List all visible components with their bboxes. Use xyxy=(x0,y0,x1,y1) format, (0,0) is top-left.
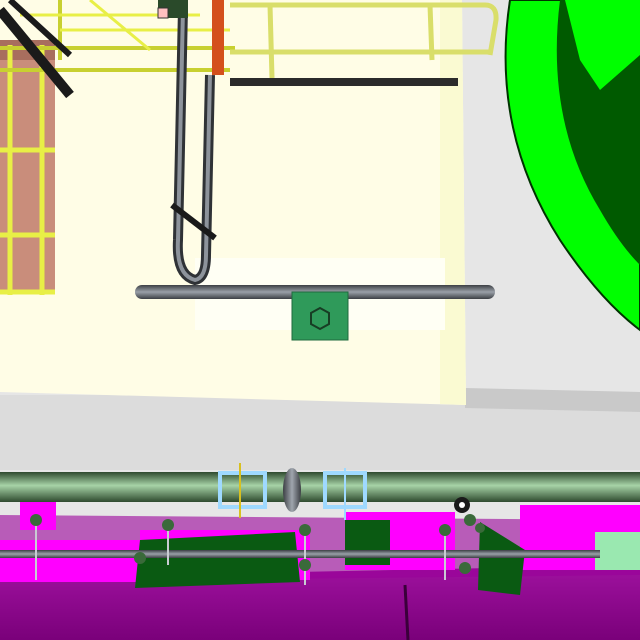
main-pipe[interactable] xyxy=(0,472,640,502)
floor-ledge xyxy=(465,388,640,412)
wall-panel[interactable] xyxy=(0,0,466,405)
valve-handle[interactable] xyxy=(291,291,349,341)
3d-viewport[interactable] xyxy=(0,0,640,640)
lower-pipe[interactable] xyxy=(0,550,600,558)
